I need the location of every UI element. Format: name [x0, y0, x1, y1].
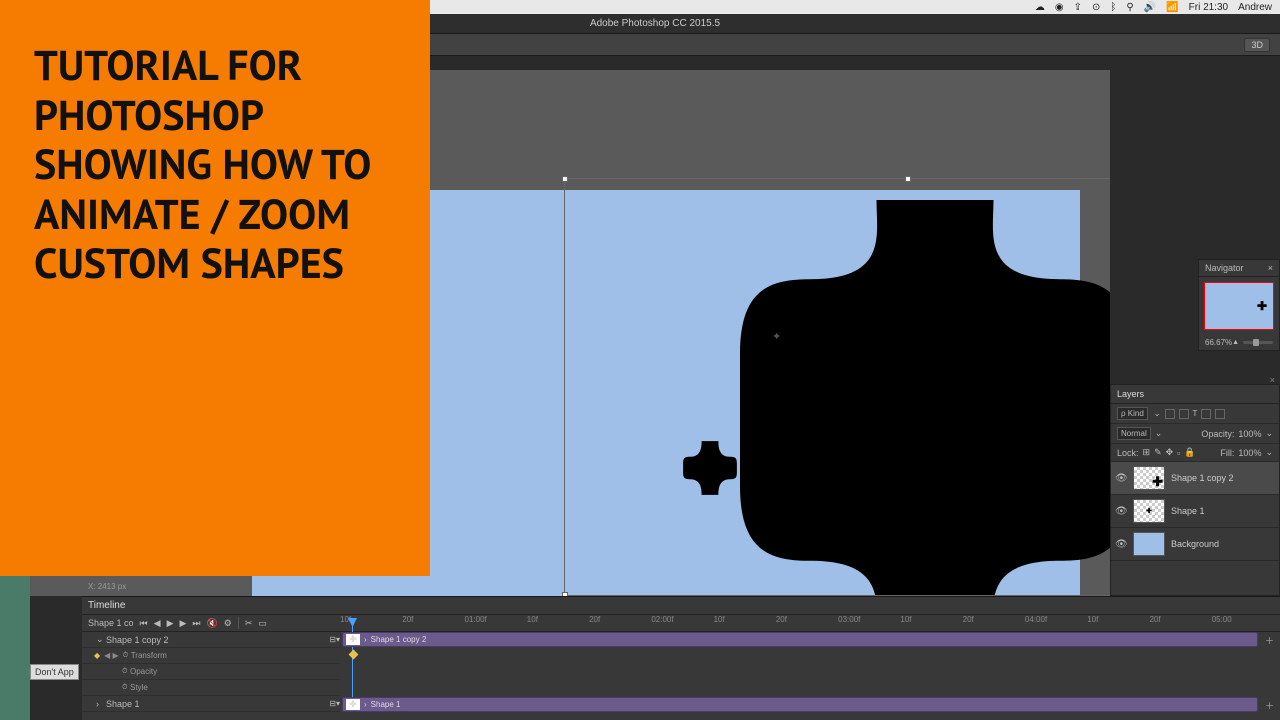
prev-frame-button[interactable]: ◀: [154, 618, 161, 629]
split-button[interactable]: ✂: [245, 618, 253, 629]
layer-name[interactable]: Shape 1: [1171, 506, 1205, 516]
clock[interactable]: Fri 21:30: [1189, 2, 1228, 13]
opacity-label: Opacity:: [1201, 429, 1234, 439]
search-icon[interactable]: ⚲: [1126, 2, 1133, 13]
stopwatch-icon[interactable]: ⏱: [122, 684, 130, 692]
lock-position-icon[interactable]: ✥: [1166, 447, 1174, 458]
menubar-icon[interactable]: ☁: [1035, 2, 1045, 13]
filter-shape-icon[interactable]: [1201, 409, 1211, 419]
settings-icon[interactable]: ⚙: [224, 618, 232, 629]
layer-item[interactable]: 👁 ✚ Shape 1 copy 2: [1111, 462, 1279, 495]
add-media-button[interactable]: ＋: [1265, 699, 1274, 712]
menubar-icon[interactable]: ⊙: [1092, 2, 1100, 13]
layer-thumbnail[interactable]: ✚: [1133, 466, 1165, 490]
lock-transparency-icon[interactable]: ⊞: [1143, 447, 1151, 458]
status-bar: X: 2413 px: [82, 582, 126, 596]
clip-thumbnail: ✚: [346, 699, 360, 710]
visibility-toggle[interactable]: 👁: [1115, 473, 1127, 484]
layer-name[interactable]: Shape 1 copy 2: [1171, 473, 1234, 483]
transform-bounding-box[interactable]: [564, 178, 1110, 596]
timeline-controls: Shape 1 co ⏮ ◀ ▶ ▶ ⏭ 🔇 ⚙ ✂ ▭ 10f20f01:00…: [82, 615, 1280, 632]
dont-apply-button[interactable]: Don't App: [30, 664, 79, 680]
last-frame-button[interactable]: ⏭: [192, 618, 200, 629]
chevron-down-icon[interactable]: ⌄: [96, 634, 106, 645]
audio-button[interactable]: 🔇: [207, 618, 218, 629]
layer-item[interactable]: 👁 Background: [1111, 528, 1279, 561]
menubar-icon[interactable]: ◉: [1055, 2, 1064, 13]
close-icon[interactable]: ×: [1268, 263, 1273, 273]
layers-tab[interactable]: Layers: [1111, 385, 1279, 404]
layer-thumbnail[interactable]: ✚: [1133, 499, 1165, 523]
plus-icon: ✚: [1257, 299, 1267, 313]
lock-label: Lock:: [1117, 448, 1139, 458]
timeline-property[interactable]: ⏱ Opacity: [82, 664, 340, 680]
tutorial-title-overlay: TUTORIAL FOR PHOTOSHOP SHOWING HOW TO AN…: [0, 0, 430, 576]
next-frame-button[interactable]: ▶: [180, 618, 187, 629]
3d-workspace-button[interactable]: 3D: [1244, 38, 1270, 52]
track-options-icon[interactable]: ⊟▾: [329, 635, 340, 644]
volume-icon[interactable]: 🔊: [1144, 2, 1156, 13]
zoom-level[interactable]: 66.67%: [1205, 338, 1232, 347]
navigator-title: Navigator: [1205, 263, 1244, 273]
timeline-track-area[interactable]: ✚ ›Shape 1 copy 2 ✚ ›Shape 1 ＋ ＋: [340, 632, 1280, 712]
chevron-right-icon[interactable]: ›: [96, 699, 106, 709]
timeline-clip[interactable]: ✚ ›Shape 1: [342, 697, 1258, 712]
play-button[interactable]: ▶: [167, 618, 174, 629]
filter-adjust-icon[interactable]: [1179, 409, 1189, 419]
menubar-icon[interactable]: ⇪: [1074, 2, 1082, 13]
keyframe[interactable]: [349, 650, 359, 660]
filter-text-icon[interactable]: T: [1193, 409, 1198, 418]
navigator-panel: Navigator × ✚ 66.67% ▲: [1198, 259, 1280, 351]
wifi-icon[interactable]: 📶: [1166, 2, 1178, 13]
filter-pixel-icon[interactable]: [1165, 409, 1175, 419]
timeline-property[interactable]: ⏱ Style: [82, 680, 340, 696]
timeline-tab[interactable]: Timeline: [82, 597, 1280, 615]
divider: [238, 617, 239, 629]
timeline-property[interactable]: ◆ ◀ ▶ ⏱ Transform: [82, 648, 340, 664]
track-options-icon[interactable]: ⊟▾: [329, 699, 340, 708]
transition-button[interactable]: ▭: [258, 618, 267, 629]
clip-thumbnail: ✚: [346, 634, 360, 645]
tutorial-title: TUTORIAL FOR PHOTOSHOP SHOWING HOW TO AN…: [34, 40, 396, 288]
blend-mode-select[interactable]: Normal: [1117, 427, 1151, 440]
lock-pixels-icon[interactable]: ✎: [1154, 447, 1162, 458]
layers-panel: × Layers ρ Kind ⌄ T Normal⌄ Opacity: 100…: [1110, 384, 1280, 596]
filter-smart-icon[interactable]: [1215, 409, 1225, 419]
zoom-out-icon[interactable]: ▲: [1232, 339, 1239, 346]
first-frame-button[interactable]: ⏮: [140, 618, 148, 629]
fill-value[interactable]: 100%: [1238, 448, 1261, 458]
layer-name[interactable]: Background: [1171, 539, 1219, 549]
visibility-toggle[interactable]: 👁: [1115, 539, 1127, 550]
layer-thumbnail[interactable]: [1133, 532, 1165, 556]
track-name[interactable]: Shape 1 copy 2: [106, 635, 169, 645]
stopwatch-icon[interactable]: ⏱: [123, 652, 131, 660]
layer-item[interactable]: 👁 ✚ Shape 1: [1111, 495, 1279, 528]
transform-anchor-icon[interactable]: ✦: [772, 330, 781, 343]
track-name[interactable]: Shape 1: [106, 699, 140, 709]
opacity-value[interactable]: 100%: [1238, 429, 1261, 439]
fill-label: Fill:: [1220, 448, 1234, 458]
add-media-button[interactable]: ＋: [1265, 634, 1274, 647]
stopwatch-icon[interactable]: ⏱: [122, 668, 130, 676]
filter-kind-select[interactable]: ρ Kind: [1117, 407, 1148, 420]
timeline-track[interactable]: ⌄ Shape 1 copy 2 ⊟▾: [82, 632, 340, 648]
timeline-track[interactable]: › Shape 1 ⊟▾: [82, 696, 340, 712]
lock-all-icon[interactable]: 🔒: [1184, 447, 1195, 458]
bluetooth-icon[interactable]: ᛒ: [1110, 2, 1116, 13]
transform-handle[interactable]: [562, 176, 568, 182]
timeline-track-list: ⌄ Shape 1 copy 2 ⊟▾ ◆ ◀ ▶ ⏱ Transform ⏱ …: [82, 632, 340, 712]
timeline-ruler[interactable]: 10f20f01:00f 10f20f02:00f 10f20f03:00f 1…: [340, 615, 1274, 629]
visibility-toggle[interactable]: 👁: [1115, 506, 1127, 517]
timeline-clip[interactable]: ✚ ›Shape 1 copy 2: [342, 632, 1258, 647]
navigator-preview[interactable]: ✚: [1204, 282, 1274, 330]
transform-handle[interactable]: [905, 176, 911, 182]
close-icon[interactable]: ×: [1270, 375, 1275, 385]
timeline-layer-label: Shape 1 co: [88, 618, 134, 628]
zoom-slider[interactable]: [1243, 341, 1273, 344]
timeline-panel: Timeline Shape 1 co ⏮ ◀ ▶ ▶ ⏭ 🔇 ⚙ ✂ ▭ 10…: [82, 596, 1280, 720]
user-name[interactable]: Andrew: [1238, 2, 1272, 13]
lock-artboard-icon[interactable]: ▫: [1177, 448, 1180, 458]
